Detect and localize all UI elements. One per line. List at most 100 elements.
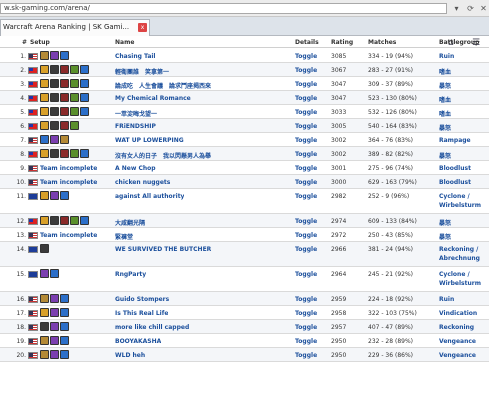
class-icon [40,79,49,88]
battlegroup-link-line2[interactable]: Abrechnung [439,255,480,262]
battlegroup-link[interactable]: 暴怒 [439,232,451,241]
team-name-link[interactable]: RngParty [115,271,146,278]
table-row: 17. Is This Real Life Toggle 2958 322 - 103 … [0,306,489,320]
toggle-details-link[interactable]: Toggle [295,165,317,172]
class-icon [60,336,69,345]
header-battlegroup[interactable]: Battlegroup [439,39,479,46]
close-icon[interactable]: ✕ [476,3,489,14]
battlegroup-link[interactable]: Rampage [439,137,471,144]
header-matches[interactable]: Matches [368,39,396,46]
battlegroup-link[interactable]: Ruin [439,53,454,60]
toggle-details-link[interactable]: Toggle [295,193,317,200]
toggle-details-link[interactable]: Toggle [295,123,317,130]
battlegroup-link[interactable]: Cyclone / [439,271,470,278]
table-row: 13. Team incomplete 緊褲堂 Toggle 2972 250 - 43 … [0,228,489,242]
matches-value: 540 - 164 (83%) [368,123,417,130]
class-icons [40,135,70,145]
tab-close-icon[interactable]: x [138,23,147,32]
team-name-link[interactable]: WE SURVIVED THE BUTCHER [115,246,211,253]
team-name-link[interactable]: Chasing Tail [115,53,156,60]
class-icon [50,149,59,158]
class-icon [50,322,59,331]
team-name-link[interactable]: Guido Stompers [115,296,169,303]
team-name-link[interactable]: WAT UP LOWERPING [115,137,184,144]
rank-number: 9. [20,165,26,172]
toggle-details-link[interactable]: Toggle [295,95,317,102]
team-name-link[interactable]: 沒有女人的日子 我以閃懸男人為舉 [115,151,211,160]
toggle-details-link[interactable]: Toggle [295,151,317,158]
dropdown-arrow-icon[interactable]: ▾ [449,3,464,14]
toggle-details-link[interactable]: Toggle [295,67,317,74]
team-name-link[interactable]: 一萃淀晦戈望一 [115,109,157,118]
class-icon [50,51,59,60]
class-icon [70,121,79,130]
matches-value: 334 - 19 (94%) [368,53,413,60]
table-row: 5. 一萃淀晦戈望一 Toggle 3033 532 - 126 (80%) 嗜血 [0,105,489,119]
header-rating[interactable]: Rating [331,39,353,46]
toggle-details-link[interactable]: Toggle [295,246,317,253]
rank-number: 2. [20,67,26,74]
team-name-link[interactable]: 緊褲堂 [115,232,133,241]
battlegroup-link[interactable]: Bloodlust [439,179,471,186]
team-name-link[interactable]: 論成吃 人生會議 論求鬥座揭西來 [115,81,211,90]
battlegroup-link[interactable]: 暴怒 [439,151,451,160]
team-name-link[interactable]: FRiENDSHIP [115,123,156,130]
team-name-link[interactable]: A New Chop [115,165,156,172]
team-name-link[interactable]: Is This Real Life [115,310,168,317]
class-icon [80,216,89,225]
battlegroup-link[interactable]: Reckoning / [439,246,478,253]
team-name-link[interactable]: chicken nuggets [115,179,170,186]
toggle-details-link[interactable]: Toggle [295,338,317,345]
battlegroup-link[interactable]: Bloodlust [439,165,471,172]
toggle-details-link[interactable]: Toggle [295,179,317,186]
table-row: 19. BOOYAKASHA Toggle 2950 232 - 28 (89%) Ven… [0,334,489,348]
team-incomplete-label: Team incomplete [40,179,98,186]
battlegroup-link[interactable]: 嗜血 [439,109,451,118]
battlegroup-link[interactable]: Vengeance [439,338,476,345]
team-name-link[interactable]: 輕衛團誰 笑拿第一 [115,67,169,76]
team-name-link[interactable]: WLD heh [115,352,145,359]
toggle-details-link[interactable]: Toggle [295,109,317,116]
battlegroup-link[interactable]: Vindication [439,310,477,317]
toggle-details-link[interactable]: Toggle [295,137,317,144]
class-icon [60,107,69,116]
team-name-link[interactable]: BOOYAKASHA [115,338,161,345]
toggle-details-link[interactable]: Toggle [295,53,317,60]
battlegroup-link[interactable]: Ruin [439,296,454,303]
battlegroup-link[interactable]: Cyclone / [439,193,470,200]
toggle-details-link[interactable]: Toggle [295,324,317,331]
battlegroup-link[interactable]: 嗜血 [439,95,451,104]
rank-number: 6. [20,123,26,130]
toggle-details-link[interactable]: Toggle [295,352,317,359]
rank-number: 5. [20,109,26,116]
country-flag-icon [28,271,38,278]
team-name-link[interactable]: against All authority [115,193,184,200]
rating-value: 3002 [331,137,347,144]
matches-value: 407 - 47 (89%) [368,324,413,331]
battlegroup-link[interactable]: 暴怒 [439,123,451,132]
toggle-details-link[interactable]: Toggle [295,232,317,239]
rating-value: 3001 [331,165,347,172]
toggle-details-link[interactable]: Toggle [295,218,317,225]
header-setup: Setup [30,39,50,46]
team-name-link[interactable]: 大咸翻光隔 [115,218,145,227]
header-name[interactable]: Name [115,39,134,46]
toggle-details-link[interactable]: Toggle [295,296,317,303]
url-field[interactable]: w.sk-gaming.com/arena/ [0,3,447,14]
table-row: 9. Team incomplete A New Chop Toggle 3001 275… [0,161,489,175]
battlegroup-link[interactable]: Reckoning [439,324,474,331]
battlegroup-link[interactable]: 暴怒 [439,218,451,227]
team-name-link[interactable]: more like chill capped [115,324,189,331]
tab-arena-ranking[interactable]: Warcraft Arena Ranking | SK Gami... x [0,19,150,36]
toggle-details-link[interactable]: Toggle [295,271,317,278]
matches-value: 275 - 96 (74%) [368,165,413,172]
battlegroup-link-line2[interactable]: Wirbelsturm [439,280,481,287]
battlegroup-link[interactable]: Vengeance [439,352,476,359]
matches-value: 523 - 130 (80%) [368,95,417,102]
toggle-details-link[interactable]: Toggle [295,81,317,88]
team-name-link[interactable]: My Chemical Romance [115,95,191,102]
battlegroup-link[interactable]: 嗜血 [439,67,451,76]
battlegroup-link[interactable]: 暴怒 [439,81,451,90]
toggle-details-link[interactable]: Toggle [295,310,317,317]
battlegroup-link-line2[interactable]: Wirbelsturm [439,202,481,209]
